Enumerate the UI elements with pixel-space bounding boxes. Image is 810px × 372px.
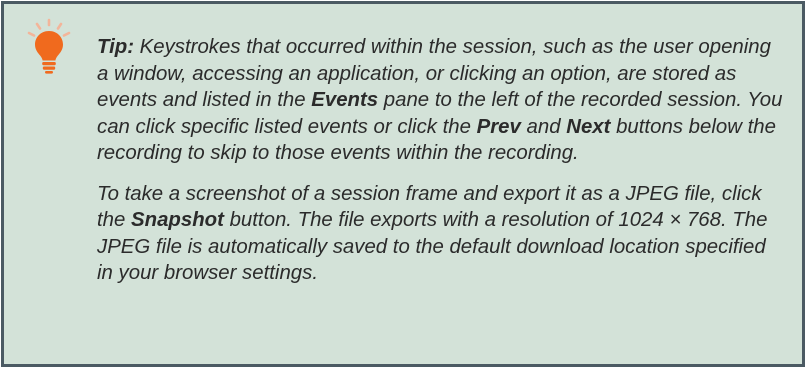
tip-label: Tip: bbox=[97, 36, 134, 58]
tip-text-segment: and bbox=[520, 115, 567, 138]
next-term: Next bbox=[566, 115, 611, 138]
snapshot-term: Snapshot bbox=[131, 209, 224, 231]
events-term: Events bbox=[311, 89, 379, 111]
prev-term: Prev bbox=[476, 115, 521, 138]
tip-text: Tip: Keystrokes that occurred within the… bbox=[97, 34, 787, 287]
tip-callout: Tip: Keystrokes that occurred within the… bbox=[1, 1, 805, 367]
tip-paragraph-1: Tip: Keystrokes that occurred within the… bbox=[97, 34, 787, 167]
tip-paragraph-2: To take a screenshot of a session frame … bbox=[97, 181, 787, 287]
lightbulb-icon bbox=[27, 18, 71, 74]
